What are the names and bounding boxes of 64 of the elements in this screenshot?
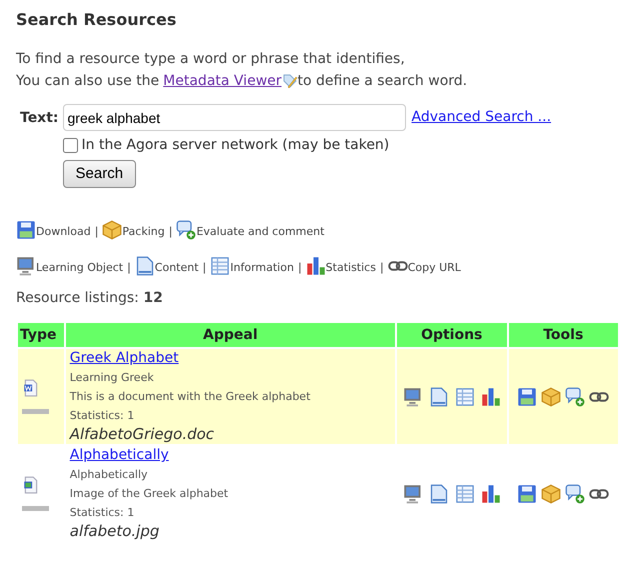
package-icon: [541, 386, 562, 406]
bar-chart-icon: [480, 386, 501, 406]
resource-description: Image of the Greek alphabet: [70, 486, 230, 502]
rating-bar-icon: [22, 506, 49, 511]
column-header: Options: [396, 323, 507, 347]
separator: |: [298, 260, 302, 276]
monitor-icon: [16, 256, 36, 276]
listings-label: Resource listings:: [16, 290, 139, 306]
separator: |: [168, 224, 172, 240]
search-button[interactable]: Search: [62, 160, 136, 188]
package-icon: [541, 484, 562, 504]
resource-statistics: Statistics: 1: [70, 408, 136, 424]
network-checkbox[interactable]: [62, 138, 78, 153]
resource-description: This is a document with the Greek alphabet: [70, 389, 312, 405]
bar-chart-icon: [480, 484, 501, 504]
legend-label: Packing: [122, 224, 165, 240]
resource-statistics: Statistics: 1: [70, 505, 136, 521]
resource-title-link[interactable]: Alphabetically: [70, 447, 169, 463]
search-field[interactable]: greek alphabet: [62, 104, 406, 131]
page-title: Search Resources: [16, 9, 178, 31]
intro-text: To find a resource type a word or phrase that identifies,: [16, 50, 406, 69]
separator: |: [202, 260, 206, 276]
checkbox-label: In the Agora server network (may be taken): [82, 136, 390, 155]
rating-bar-icon: [22, 409, 49, 414]
monitor-icon: [402, 484, 423, 504]
intro-text: to define a search word.: [298, 72, 468, 91]
intro-text: You can also use the: [16, 72, 160, 91]
column-header: Type: [18, 323, 64, 347]
comment-add-icon: [565, 484, 586, 504]
text-label: Text:: [20, 109, 59, 128]
page-icon: [134, 256, 155, 276]
column-header: Appeal: [66, 323, 395, 347]
table-icon: [454, 386, 475, 406]
legend-label: Evaluate and comment: [196, 224, 324, 240]
separator: |: [94, 224, 98, 240]
legend-label: Download: [36, 224, 91, 240]
separator: |: [380, 260, 384, 276]
separator: |: [127, 260, 131, 276]
tag-pencil-icon: [282, 73, 298, 89]
comment-add-icon: [176, 220, 196, 240]
column-header: Tools: [508, 323, 618, 347]
legend-label: Copy URL: [408, 260, 461, 276]
metadata-viewer-link[interactable]: Metadata Viewer: [163, 70, 298, 92]
advanced-search-link[interactable]: Advanced Search ...: [412, 107, 552, 128]
bar-chart-icon: [306, 256, 326, 276]
legend-label: Learning Object: [36, 260, 124, 276]
legend-label: Content: [154, 260, 199, 276]
legend-label: Statistics: [326, 260, 376, 276]
page-icon: [428, 484, 449, 504]
page-icon: [428, 386, 449, 406]
resource-filename: AlfabetoGriego.doc: [70, 425, 216, 444]
listings-count: 12: [143, 290, 163, 306]
table-icon: [210, 256, 230, 276]
resource-subtitle: Learning Greek: [70, 370, 155, 386]
comment-add-icon: [565, 386, 586, 406]
resource-filename: alfabeto.jpg: [70, 522, 160, 541]
image-file-icon: [22, 476, 40, 494]
monitor-icon: [402, 386, 423, 406]
table-icon: [454, 484, 475, 504]
package-icon: [102, 220, 122, 240]
resource-subtitle: Alphabetically: [70, 467, 149, 483]
legend-label: Information: [230, 260, 294, 276]
resource-title-link[interactable]: Greek Alphabet: [70, 350, 179, 366]
word-document-icon: [22, 379, 40, 397]
